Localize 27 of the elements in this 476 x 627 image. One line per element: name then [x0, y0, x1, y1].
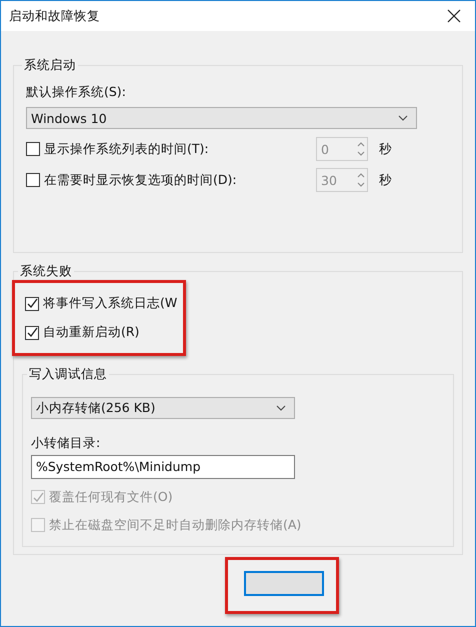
unit-label: 秒: [379, 140, 392, 158]
checkbox[interactable]: [26, 173, 40, 187]
group-title: 写入调试信息: [28, 366, 108, 383]
group-title: 系统失败: [19, 263, 73, 280]
os-dropdown[interactable]: Windows 10: [26, 107, 417, 129]
input-field[interactable]: %SystemRoot%\Minidump: [31, 455, 295, 479]
checkbox-label: 覆盖任何现有文件(O): [49, 488, 173, 506]
checkbox-label: 将事件写入系统日志(W: [43, 295, 178, 312]
dialog-button[interactable]: [244, 571, 324, 596]
checkbox[interactable]: [26, 142, 40, 156]
field-label: 小转储目录:: [31, 435, 102, 452]
checkbox-label: 自动重新启动(R): [43, 324, 140, 341]
window-title: 启动和故障恢复: [9, 8, 100, 24]
chevron-icon: [276, 405, 286, 411]
dump-type-dropdown[interactable]: 小内存转储(256 KB): [31, 397, 295, 419]
checkbox[interactable]: [25, 296, 39, 310]
checkbox[interactable]: [25, 326, 39, 340]
spinner-arrows-icon: [357, 141, 365, 157]
spinner-arrows-icon: [357, 172, 365, 188]
close-icon[interactable]: [447, 9, 461, 23]
checkbox-label: 显示操作系统列表的时间(T):: [44, 140, 210, 158]
chevron-icon: [398, 115, 408, 121]
field-label: 默认操作系统(S):: [26, 84, 127, 101]
checkbox-label: 在需要时显示恢复选项的时间(D):: [44, 172, 238, 188]
checkbox-label: 禁止在磁盘空间不足时自动删除内存转储(A): [49, 516, 302, 534]
unit-label: 秒: [379, 172, 392, 188]
group-title: 系统启动: [23, 57, 77, 74]
